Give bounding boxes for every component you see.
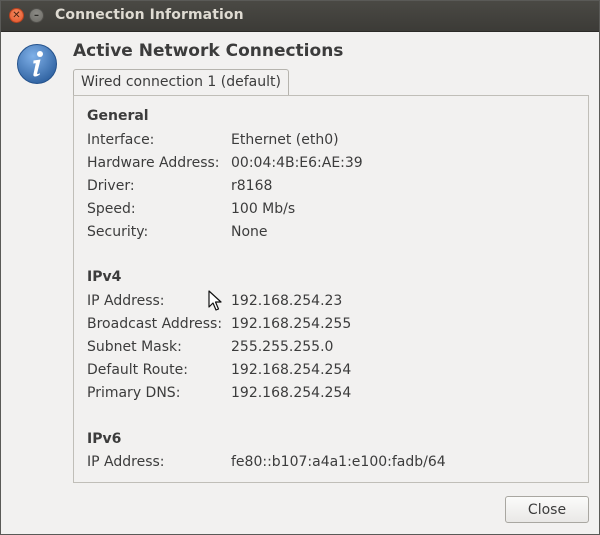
general-hardware-address-value: 00:04:4B:E6:AE:39 [231, 155, 363, 171]
connection-details-panel: General Interface: Ethernet (eth0) Hardw… [73, 95, 589, 483]
general-driver-label: Driver: [87, 178, 135, 194]
title-bar[interactable]: ✕ – Connection Information [1, 1, 599, 32]
tab-wired-connection-1[interactable]: Wired connection 1 (default) [73, 69, 289, 95]
info-icon [17, 44, 57, 84]
ipv6-ip-address-label: IP Address: [87, 454, 165, 470]
general-speed-label: Speed: [87, 201, 136, 217]
general-driver-value: r8168 [231, 178, 273, 194]
general-speed-value: 100 Mb/s [231, 201, 296, 217]
window-close-button[interactable]: ✕ [9, 8, 24, 23]
connection-information-window: ✕ – Connection Information Active Networ… [0, 0, 600, 535]
general-hardware-address-label: Hardware Address: [87, 155, 220, 171]
ipv4-subnet-mask-value: 255.255.255.0 [231, 339, 334, 355]
ipv4-primary-dns-value: 192.168.254.254 [231, 385, 352, 401]
ipv4-subnet-mask-label: Subnet Mask: [87, 339, 182, 355]
general-interface-label: Interface: [87, 132, 155, 148]
section-title-ipv4: IPv4 [87, 269, 122, 285]
section-title-ipv6: IPv6 [87, 431, 122, 447]
general-security-label: Security: [87, 224, 149, 240]
ipv4-broadcast-address-label: Broadcast Address: [87, 316, 223, 332]
ipv4-primary-dns-label: Primary DNS: [87, 385, 181, 401]
window-minimize-button[interactable]: – [29, 8, 44, 23]
general-interface-value: Ethernet (eth0) [231, 132, 339, 148]
ipv4-broadcast-address-value: 192.168.254.255 [231, 316, 352, 332]
minimize-icon: – [34, 9, 39, 21]
section-title-general: General [87, 108, 149, 124]
close-icon: ✕ [12, 9, 21, 21]
ipv4-ip-address-value[interactable]: 192.168.254.23 [231, 293, 342, 309]
ipv6-ip-address-value: fe80::b107:a4a1:e100:fadb/64 [231, 454, 446, 470]
text-cursor-icon [208, 290, 222, 311]
ipv4-ip-address-label: IP Address: [87, 293, 165, 309]
page-title: Active Network Connections [73, 41, 344, 61]
general-security-value: None [231, 224, 268, 240]
ipv4-default-route-label: Default Route: [87, 362, 188, 378]
ipv4-default-route-value: 192.168.254.254 [231, 362, 352, 378]
window-title: Connection Information [55, 7, 244, 23]
close-button[interactable]: Close [505, 496, 589, 523]
